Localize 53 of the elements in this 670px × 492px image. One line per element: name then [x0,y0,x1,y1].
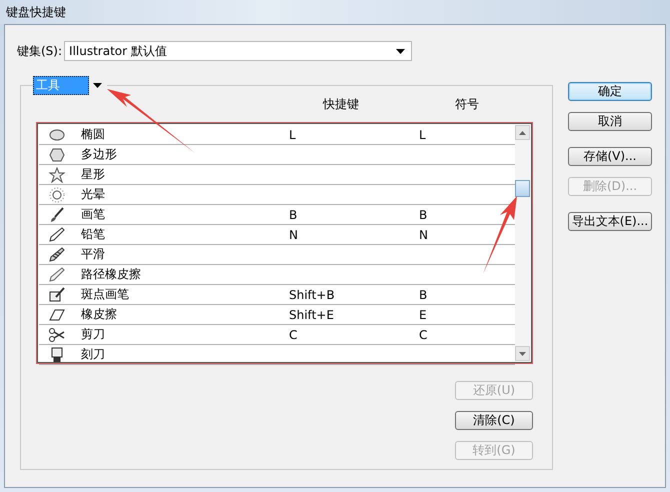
scissors-icon [48,326,66,342]
tool-name-cell-text: 橡皮擦 [80,306,118,323]
shortcut-cell-text: Shift+B [289,288,336,302]
scroll-up-button[interactable] [515,125,530,140]
tool-name-cell-text: 多边形 [80,146,118,163]
down-arrow-icon [519,352,526,356]
shortcut-cell-text: N [289,228,299,242]
shortcut-cell-text: C [289,328,298,342]
dialog-button[interactable]: 存储(V)... [568,147,652,166]
tool-name-cell-text: 剪刀 [80,326,106,343]
shortcut-cell-text: Shift+E [289,308,335,322]
tool-name-cell-text: 星形 [80,166,106,183]
hexagon-icon [48,146,66,162]
symbol-cell-text: N [419,228,429,242]
symbol-cell-text: B [419,288,428,302]
action-button[interactable]: 清除(C) [455,411,533,430]
tool-name-cell-text: 斑点画笔 [80,286,130,303]
pencil-icon [48,226,66,242]
smooth-pencil-icon [48,246,66,262]
keyset-dropdown[interactable]: Illustrator 默认值 [64,41,412,61]
window-title: 键盘快捷键 [6,4,66,20]
scroll-down-button[interactable] [515,346,530,361]
flare-icon [48,186,66,202]
tool-name-cell-text: 平滑 [80,246,106,263]
scrollbar[interactable] [515,125,530,361]
column-header: 符号 [455,96,479,112]
tool-name-cell-text: 路径橡皮擦 [80,266,142,283]
keyset-label: 键集(S): [17,42,62,60]
ellipse-icon [48,126,66,142]
blob-brush-icon [48,286,66,302]
symbol-cell-text: B [419,208,428,222]
shortcut-cell-text: L [289,128,297,142]
up-arrow-icon [519,130,526,134]
brush-icon [48,206,66,222]
dialog-button[interactable]: 确定 [568,82,652,101]
dialog-button[interactable]: 取消 [568,112,652,131]
tool-name-cell-text: 铅笔 [80,226,106,243]
dialog-button[interactable]: 导出文本(E)... [568,212,652,231]
scroll-thumb[interactable] [515,180,530,197]
star-icon [48,166,66,182]
symbol-cell-text: E [419,308,428,322]
column-header: 快捷键 [323,96,359,112]
tool-name-cell-text: 刻刀 [80,346,106,363]
eraser-icon [48,306,66,322]
shortcut-cell-text: B [289,208,298,222]
caret-icon [93,83,102,88]
tool-name-cell-text: 椭圆 [80,126,106,143]
symbol-cell-text: C [419,328,428,342]
symbol-cell-text: L [419,128,427,142]
tool-name-cell-text: 画笔 [80,206,106,223]
eraser-pencil-icon [48,266,66,282]
caret-icon [396,48,406,54]
tool-name-cell-text: 光晕 [80,186,106,203]
